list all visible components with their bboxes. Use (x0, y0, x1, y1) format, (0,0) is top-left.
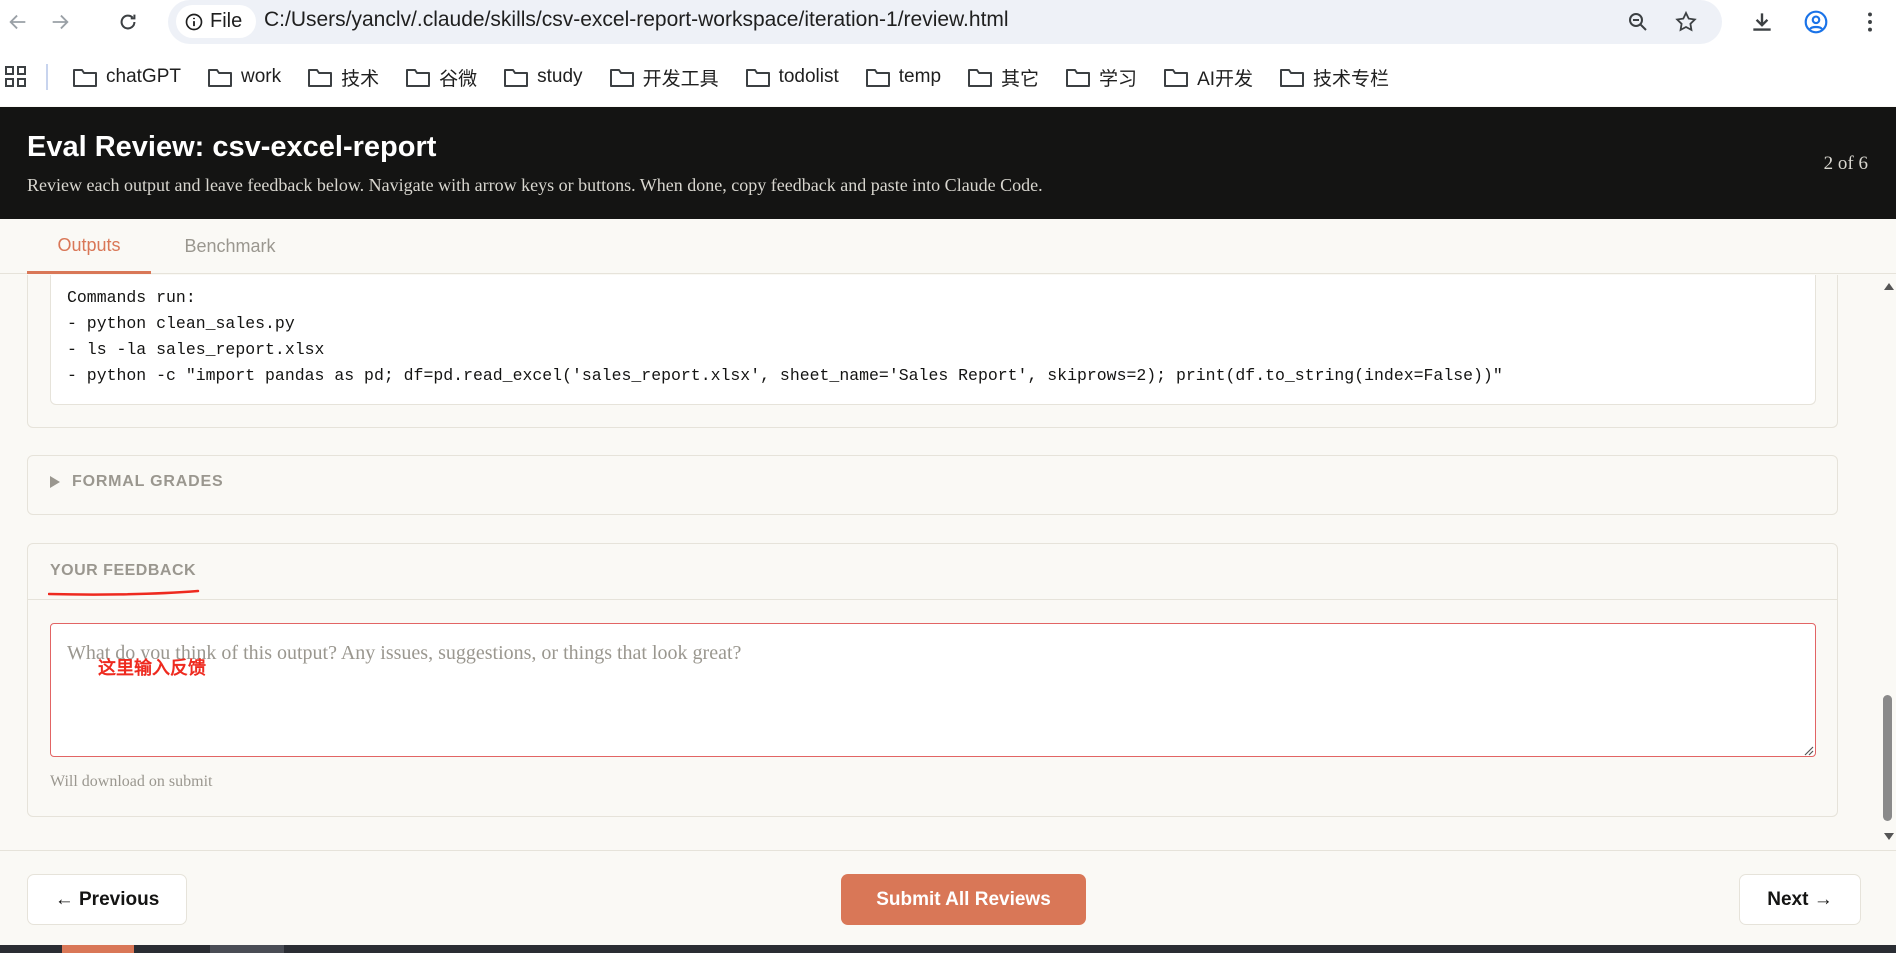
taskbar-strip (0, 945, 1896, 953)
folder-icon (207, 69, 232, 87)
bookmark-item[interactable]: chatGPT (72, 62, 181, 92)
page-scrollbar[interactable] (1880, 275, 1896, 850)
bookmark-item[interactable]: temp (865, 62, 941, 92)
feedback-card: YOUR FEEDBACK 这里输入反馈 Will download on su… (27, 543, 1838, 817)
tab-outputs[interactable]: Outputs (27, 219, 151, 274)
code-line: - python clean_sales.py (67, 314, 295, 333)
zoom-icon[interactable] (1624, 8, 1652, 36)
footer-nav: ← Previous Submit All Reviews Next → (0, 850, 1896, 945)
folder-icon (1280, 69, 1305, 87)
bookmark-item[interactable]: work (207, 62, 281, 92)
formal-grades-toggle[interactable]: FORMAL GRADES (50, 473, 223, 491)
main-content: Commands run: - python clean_sales.py - … (0, 275, 1880, 850)
code-line: Commands run: (67, 288, 196, 307)
bookmark-label: todolist (778, 66, 839, 87)
bookmark-item[interactable]: 谷微 (405, 62, 477, 92)
feedback-hint: Will download on submit (50, 773, 213, 790)
download-icon[interactable] (1746, 6, 1778, 38)
scroll-up-icon[interactable] (1884, 283, 1894, 290)
folder-icon (308, 69, 333, 87)
reload-icon[interactable] (110, 4, 146, 40)
scroll-down-icon[interactable] (1884, 833, 1894, 840)
site-info-chip[interactable]: File (176, 5, 257, 38)
red-underline-mark (48, 589, 200, 596)
bookmark-list: chatGPT work 技术 谷微 study 开发工具 todolist temp 其它 学习… (72, 62, 1415, 92)
address-bar[interactable]: File C:/Users/yanclv/.claude/skills/csv-… (168, 0, 1722, 44)
formal-grades-card[interactable]: FORMAL GRADES (27, 455, 1838, 515)
bookmark-item[interactable]: 技术专栏 (1279, 62, 1389, 92)
bookmark-item[interactable]: 技术 (307, 62, 379, 92)
browser-nav-row: File C:/Users/yanclv/.claude/skills/csv-… (0, 0, 1896, 44)
bookmark-label: 谷微 (439, 68, 478, 90)
taskbar-item[interactable] (210, 945, 284, 953)
bookmark-label: chatGPT (106, 66, 181, 87)
back-icon[interactable] (0, 4, 36, 40)
code-line: - ls -la sales_report.xlsx (67, 340, 325, 359)
page-counter: 2 of 6 (1823, 153, 1868, 174)
bookmarks-separator (46, 64, 48, 90)
previous-button[interactable]: ← Previous (27, 874, 187, 925)
folder-icon (745, 69, 770, 87)
forward-icon[interactable] (42, 4, 78, 40)
folder-icon (1164, 69, 1189, 87)
folder-icon (1066, 69, 1091, 87)
submit-all-reviews-button[interactable]: Submit All Reviews (841, 874, 1086, 925)
output-card: Commands run: - python clean_sales.py - … (27, 275, 1838, 428)
expand-triangle-icon (50, 476, 60, 488)
bookmark-item[interactable]: 学习 (1065, 62, 1137, 92)
folder-icon (865, 69, 890, 87)
bookmark-label: AI开发 (1197, 68, 1254, 90)
page-subtitle: Review each output and leave feedback be… (27, 175, 1043, 195)
view-tabs: Outputs Benchmark (0, 219, 1896, 274)
folder-icon (504, 69, 529, 87)
bookmark-label: 学习 (1099, 68, 1138, 90)
scrollbar-thumb[interactable] (1883, 695, 1892, 821)
feedback-label: YOUR FEEDBACK (50, 562, 197, 579)
next-button[interactable]: Next → (1739, 874, 1861, 925)
app-header: Eval Review: csv-excel-report Review eac… (0, 107, 1896, 219)
folder-icon (968, 69, 993, 87)
bookmark-item[interactable]: todolist (745, 62, 839, 92)
bookmark-item[interactable]: AI开发 (1163, 62, 1253, 92)
bookmark-label: work (240, 66, 282, 87)
file-label: File (210, 10, 243, 32)
taskbar-item[interactable] (62, 945, 134, 953)
bookmark-label: temp (898, 66, 942, 87)
browser-chrome: File C:/Users/yanclv/.claude/skills/csv-… (0, 0, 1896, 106)
bookmark-label: study (537, 66, 583, 87)
page-title: Eval Review: csv-excel-report (27, 131, 437, 163)
bookmark-item[interactable]: 开发工具 (609, 62, 719, 92)
bookmark-label: 技术 (341, 68, 380, 90)
url-text[interactable]: C:/Users/yanclv/.claude/skills/csv-excel… (264, 8, 1009, 32)
apps-grid-icon[interactable] (4, 65, 28, 89)
resize-handle-icon[interactable] (1802, 744, 1814, 756)
code-line: - python -c "import pandas as pd; df=pd.… (67, 366, 1503, 385)
bookmarks-bar: chatGPT work 技术 谷微 study 开发工具 todolist temp 其它 学习… (0, 58, 1896, 98)
formal-grades-label: FORMAL GRADES (72, 473, 224, 490)
folder-icon (406, 69, 431, 87)
star-icon[interactable] (1672, 8, 1700, 36)
folder-icon (609, 69, 634, 87)
feedback-header: YOUR FEEDBACK (28, 544, 1837, 600)
commands-code-block: Commands run: - python clean_sales.py - … (50, 275, 1816, 405)
bookmark-item[interactable]: 其它 (967, 62, 1039, 92)
feedback-textarea[interactable] (50, 623, 1816, 757)
bookmark-label: 其它 (1001, 68, 1040, 90)
bookmark-label: 技术专栏 (1313, 68, 1390, 90)
menu-kebab-icon[interactable] (1854, 6, 1886, 38)
profile-icon[interactable] (1800, 6, 1832, 38)
folder-icon (73, 69, 97, 87)
bookmark-item[interactable]: study (503, 62, 583, 92)
bookmark-label: 开发工具 (642, 68, 719, 90)
tab-benchmark[interactable]: Benchmark (168, 219, 292, 274)
info-icon (185, 13, 203, 30)
